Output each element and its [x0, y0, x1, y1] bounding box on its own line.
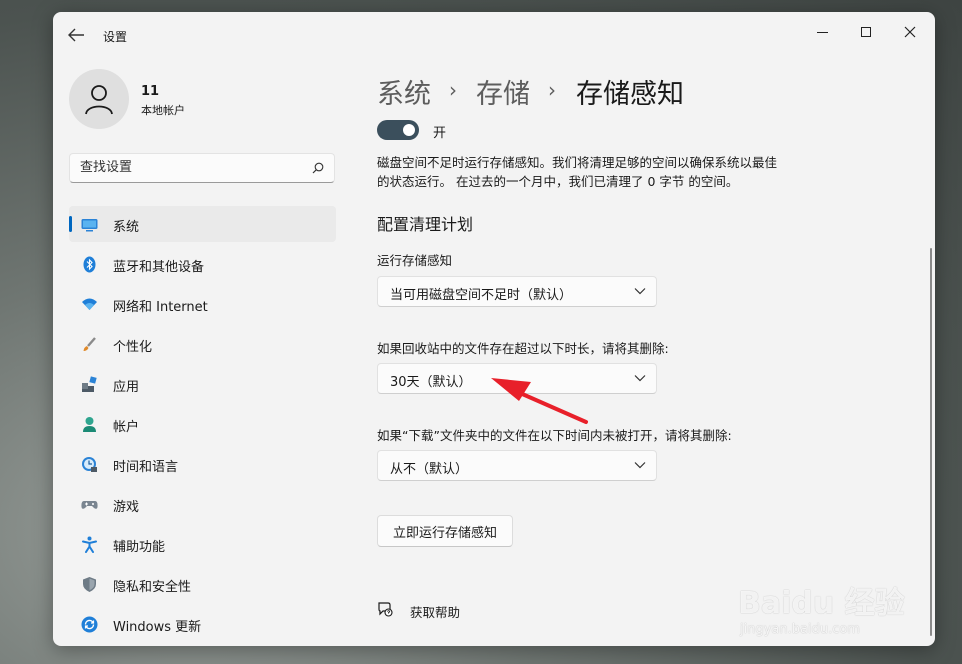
gamepad-icon — [81, 501, 98, 509]
recycle-bin-label: 如果回收站中的文件存在超过以下时长，请将其删除: — [377, 341, 669, 356]
run-schedule-label: 运行存储感知 — [377, 253, 453, 268]
close-button[interactable] — [888, 16, 932, 48]
help-icon — [378, 602, 393, 617]
dropdown-value: 30天（默认） — [390, 375, 472, 390]
sidebar-item-label: 应用 — [113, 380, 140, 395]
sidebar-item-personalization[interactable]: 个性化 — [69, 326, 336, 362]
breadcrumb-system[interactable]: 系统 — [377, 72, 431, 111]
bluetooth-icon — [83, 256, 96, 273]
breadcrumb-separator: › — [548, 78, 556, 102]
search-box[interactable] — [69, 153, 335, 183]
downloads-label: 如果“下载”文件夹中的文件在以下时间内未被打开，请将其删除: — [377, 428, 732, 443]
toggle-state-label: 开 — [433, 126, 447, 141]
sidebar-item-label: 帐户 — [113, 420, 140, 435]
run-schedule-dropdown[interactable]: 当可用磁盘空间不足时（默认） — [377, 276, 657, 307]
sidebar-item-label: 个性化 — [113, 340, 153, 355]
sidebar-item-label: 时间和语言 — [113, 460, 179, 475]
person-icon — [85, 85, 113, 115]
scrollbar[interactable] — [930, 248, 932, 636]
description-line: 磁盘空间不足时运行存储感知。我们将清理足够的空间以确保系统以最佳 — [377, 155, 778, 170]
storage-sense-description: 磁盘空间不足时运行存储感知。我们将清理足够的空间以确保系统以最佳 的状态运行。 … — [377, 153, 837, 191]
downloads-dropdown[interactable]: 从不（默认） — [377, 450, 657, 481]
sidebar-item-label: 蓝牙和其他设备 — [113, 260, 205, 275]
maximize-icon — [861, 27, 871, 37]
dropdown-value: 从不（默认） — [390, 462, 469, 477]
sidebar-item-label: 辅助功能 — [113, 540, 166, 555]
brush-icon — [83, 337, 96, 351]
description-line: 的状态运行。 在过去的一个月中，我们已清理了 0 字节 的空间。 — [377, 174, 739, 189]
sidebar-item-bluetooth[interactable]: 蓝牙和其他设备 — [69, 246, 336, 282]
settings-window: 设置 11 本地帐户 系统 — [53, 12, 935, 646]
accessibility-icon — [82, 536, 97, 553]
breadcrumb-separator: › — [449, 78, 457, 102]
sidebar-item-accessibility[interactable]: 辅助功能 — [69, 526, 336, 562]
maximize-button[interactable] — [844, 16, 888, 48]
sidebar-item-time-language[interactable]: 时间和语言 — [69, 446, 336, 482]
close-icon — [904, 26, 916, 38]
minimize-button[interactable] — [800, 16, 844, 48]
chevron-down-icon — [634, 462, 646, 469]
sidebar-item-system[interactable]: 系统 — [69, 206, 336, 242]
sidebar-item-label: 隐私和安全性 — [113, 580, 192, 595]
monitor-icon — [81, 219, 98, 232]
sidebar-item-label: Windows 更新 — [113, 620, 202, 635]
recycle-bin-dropdown[interactable]: 30天（默认） — [377, 363, 657, 394]
search-icon[interactable] — [312, 162, 324, 174]
minimize-icon — [816, 31, 828, 33]
chevron-down-icon — [634, 288, 646, 295]
dropdown-value: 当可用磁盘空间不足时（默认） — [390, 288, 573, 303]
toggle-knob — [403, 124, 415, 136]
sidebar-item-label: 游戏 — [113, 500, 140, 515]
chevron-down-icon — [634, 375, 646, 382]
page-title: 存储感知 — [576, 79, 684, 110]
run-storage-sense-now-button[interactable]: 立即运行存储感知 — [377, 515, 513, 547]
get-help-link[interactable]: 获取帮助 — [410, 602, 460, 621]
wifi-icon — [82, 298, 97, 310]
sidebar-item-label: 系统 — [113, 220, 140, 235]
account-type: 本地帐户 — [141, 104, 185, 117]
sidebar-item-privacy[interactable]: 隐私和安全性 — [69, 566, 336, 602]
back-arrow-icon — [68, 28, 84, 42]
sidebar-nav: 系统 蓝牙和其他设备 网络和 Internet 个性化 应用 帐户 时间和语言 … — [69, 206, 336, 646]
storage-sense-toggle[interactable] — [377, 120, 419, 140]
back-button[interactable] — [67, 26, 87, 44]
sidebar-item-network[interactable]: 网络和 Internet — [69, 286, 336, 322]
shield-icon — [83, 577, 96, 592]
person-icon — [83, 417, 96, 432]
sidebar-item-apps[interactable]: 应用 — [69, 366, 336, 402]
sidebar-item-windows-update[interactable]: Windows 更新 — [69, 606, 336, 642]
app-title: 设置 — [103, 30, 128, 44]
section-title: 配置清理计划 — [377, 215, 474, 234]
title-bar: 设置 — [53, 12, 935, 56]
update-icon — [81, 616, 98, 633]
breadcrumb-storage[interactable]: 存储 — [476, 72, 530, 111]
globe-clock-icon — [82, 457, 97, 472]
apps-icon — [82, 376, 97, 392]
sidebar-item-accounts[interactable]: 帐户 — [69, 406, 336, 442]
sidebar-item-gaming[interactable]: 游戏 — [69, 486, 336, 522]
sidebar-item-label: 网络和 Internet — [113, 300, 208, 315]
avatar[interactable] — [69, 69, 129, 129]
search-input[interactable] — [80, 160, 300, 175]
user-name: 11 — [141, 84, 160, 99]
